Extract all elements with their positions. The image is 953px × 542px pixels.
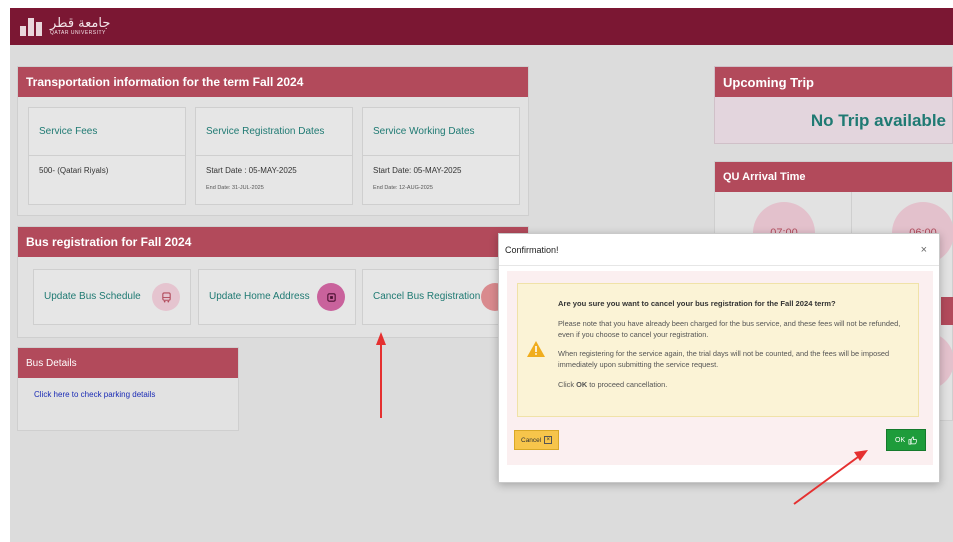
arrow-to-ok-button bbox=[793, 456, 859, 505]
arrow-head-cancel bbox=[376, 332, 386, 345]
app-window: جامعة قطر QATAR UNIVERSITY Transportatio… bbox=[10, 8, 953, 542]
annotation-arrows bbox=[376, 332, 868, 505]
